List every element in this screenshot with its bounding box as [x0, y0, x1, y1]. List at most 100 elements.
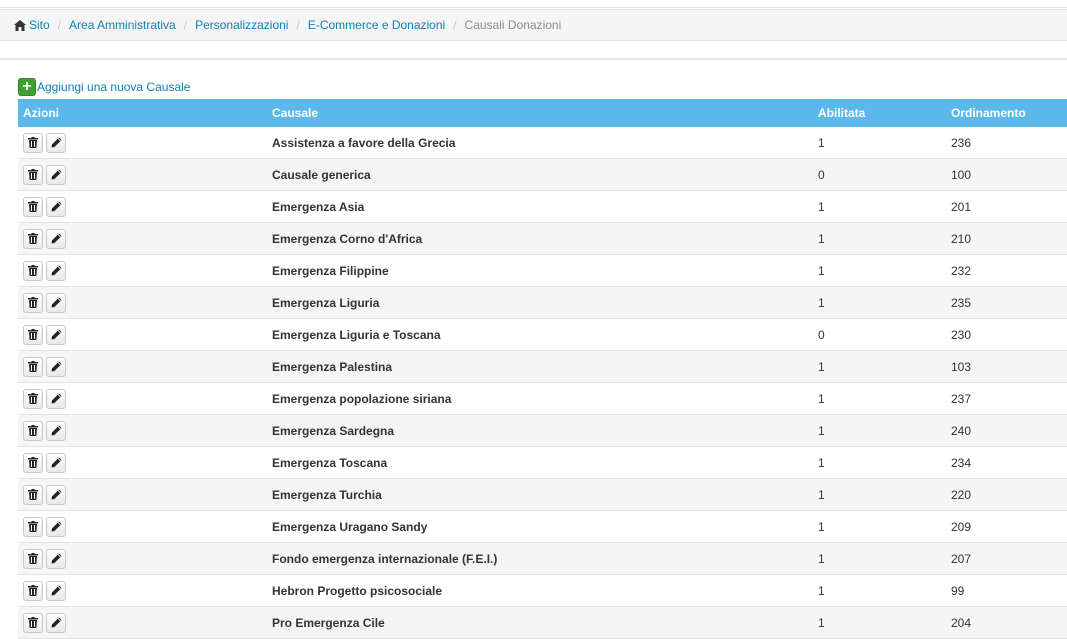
edit-button[interactable]	[46, 580, 66, 601]
edit-button[interactable]	[46, 324, 66, 345]
row-actions	[23, 164, 69, 185]
trash-icon	[28, 137, 38, 148]
cell-causale: Emergenza Liguria e Toscana	[272, 327, 441, 342]
delete-button[interactable]	[23, 388, 43, 409]
delete-button[interactable]	[23, 420, 43, 441]
trash-icon	[28, 361, 38, 372]
edit-button[interactable]	[46, 452, 66, 473]
row-actions	[23, 196, 69, 217]
pencil-icon	[51, 425, 62, 436]
delete-button[interactable]	[23, 580, 43, 601]
cell-causale: Emergenza Asia	[272, 199, 365, 214]
add-causale-link[interactable]: + Aggiungi una nuova Causale	[18, 78, 190, 96]
breadcrumb-separator: /	[183, 18, 188, 32]
header-azioni[interactable]: Azioni	[23, 106, 59, 120]
cell-abilitata: 0	[818, 327, 825, 342]
edit-button[interactable]	[46, 516, 66, 537]
delete-button[interactable]	[23, 548, 43, 569]
trash-icon	[28, 393, 38, 404]
pencil-icon	[51, 201, 62, 212]
delete-button[interactable]	[23, 132, 43, 153]
row-actions	[23, 612, 69, 633]
pencil-icon	[51, 169, 62, 180]
row-actions	[23, 388, 69, 409]
cell-causale: Emergenza Corno d'Africa	[272, 231, 423, 246]
cell-causale: Pro Emergenza Cile	[272, 615, 385, 630]
table-header: Azioni Causale Abilitata Ordinamento	[18, 99, 1067, 127]
header-ordinamento[interactable]: Ordinamento	[951, 106, 1026, 120]
cell-abilitata: 1	[818, 487, 825, 502]
edit-button[interactable]	[46, 548, 66, 569]
table-row: Fondo emergenza internazionale (F.E.I.) 1…	[18, 543, 1067, 575]
cell-abilitata: 1	[818, 263, 825, 278]
delete-button[interactable]	[23, 612, 43, 633]
header-causale[interactable]: Causale	[272, 106, 318, 120]
table-row: Hebron Progetto psicosociale 1 99	[18, 575, 1067, 607]
edit-button[interactable]	[46, 356, 66, 377]
cell-abilitata: 1	[818, 391, 825, 406]
breadcrumb-area-amministrativa[interactable]: Area Amministrativa	[69, 18, 176, 32]
delete-button[interactable]	[23, 356, 43, 377]
trash-icon	[28, 425, 38, 436]
delete-button[interactable]	[23, 292, 43, 313]
delete-button[interactable]	[23, 484, 43, 505]
cell-ordinamento: 240	[951, 423, 972, 438]
cell-ordinamento: 209	[951, 519, 972, 534]
edit-button[interactable]	[46, 292, 66, 313]
add-causale-label: Aggiungi una nuova Causale	[37, 80, 191, 94]
header-abilitata[interactable]: Abilitata	[818, 106, 865, 120]
table-row: Causale generica 0 100	[18, 159, 1067, 191]
cell-causale: Fondo emergenza internazionale (F.E.I.)	[272, 551, 498, 566]
cell-ordinamento: 235	[951, 295, 972, 310]
breadcrumb-sito[interactable]: Sito	[29, 18, 50, 32]
edit-button[interactable]	[46, 164, 66, 185]
delete-button[interactable]	[23, 164, 43, 185]
row-actions	[23, 260, 69, 281]
row-actions	[23, 324, 69, 345]
pencil-icon	[51, 489, 62, 500]
row-actions	[23, 420, 69, 441]
edit-button[interactable]	[46, 388, 66, 409]
delete-button[interactable]	[23, 324, 43, 345]
delete-button[interactable]	[23, 260, 43, 281]
trash-icon	[28, 521, 38, 532]
edit-button[interactable]	[46, 612, 66, 633]
table-row: Emergenza popolazione siriana 1 237	[18, 383, 1067, 415]
breadcrumb-ecommerce-donazioni[interactable]: E-Commerce e Donazioni	[308, 18, 445, 32]
cell-abilitata: 1	[818, 615, 825, 630]
cell-causale: Assistenza a favore della Grecia	[272, 135, 456, 150]
row-actions	[23, 356, 69, 377]
edit-button[interactable]	[46, 132, 66, 153]
delete-button[interactable]	[23, 452, 43, 473]
cell-ordinamento: 230	[951, 327, 972, 342]
pencil-icon	[51, 329, 62, 340]
cell-abilitata: 1	[818, 135, 825, 150]
row-actions	[23, 132, 69, 153]
cell-abilitata: 1	[818, 551, 825, 566]
edit-button[interactable]	[46, 420, 66, 441]
pencil-icon	[51, 553, 62, 564]
trash-icon	[28, 457, 38, 468]
breadcrumb-separator: /	[57, 18, 62, 32]
edit-button[interactable]	[46, 260, 66, 281]
divider	[0, 58, 1067, 60]
table-row: Emergenza Filippine 1 232	[18, 255, 1067, 287]
top-bar	[0, 0, 1067, 8]
delete-button[interactable]	[23, 228, 43, 249]
delete-button[interactable]	[23, 196, 43, 217]
cell-abilitata: 1	[818, 231, 825, 246]
edit-button[interactable]	[46, 484, 66, 505]
edit-button[interactable]	[46, 228, 66, 249]
table-row: Emergenza Liguria 1 235	[18, 287, 1067, 319]
cell-ordinamento: 103	[951, 359, 972, 374]
home-icon	[14, 19, 26, 31]
delete-button[interactable]	[23, 516, 43, 537]
cell-ordinamento: 234	[951, 455, 972, 470]
edit-button[interactable]	[46, 196, 66, 217]
breadcrumb-personalizzazioni[interactable]: Personalizzazioni	[195, 18, 288, 32]
trash-icon	[28, 233, 38, 244]
cell-abilitata: 1	[818, 295, 825, 310]
row-actions	[23, 228, 69, 249]
cell-abilitata: 1	[818, 423, 825, 438]
trash-icon	[28, 489, 38, 500]
